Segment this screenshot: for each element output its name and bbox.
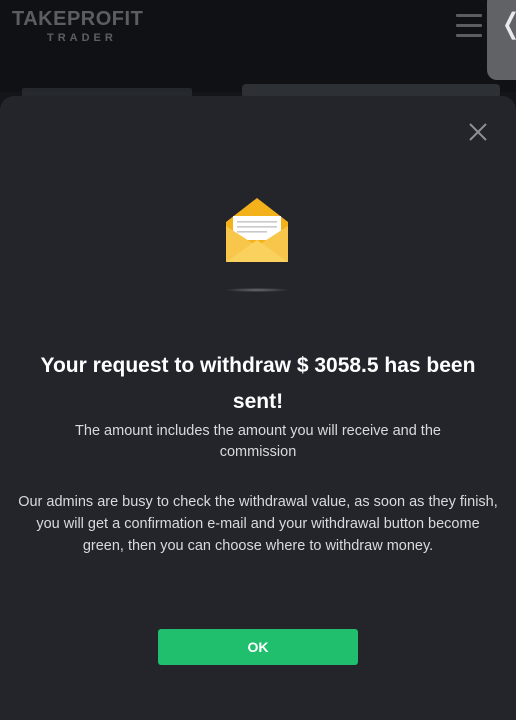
close-icon[interactable]	[468, 122, 488, 142]
ok-button[interactable]: OK	[158, 629, 358, 665]
modal-description: Our admins are busy to check the withdra…	[18, 494, 498, 554]
takeprofit-logo[interactable]: TAKEPROFIT TRADER	[12, 8, 162, 48]
hamburger-menu-icon[interactable]	[456, 14, 482, 38]
modal-subtitle: The amount includes the amount you will …	[75, 423, 441, 460]
page: TAKEPROFIT TRADER ❬	[0, 0, 516, 720]
top-header: TAKEPROFIT TRADER	[0, 0, 516, 98]
envelope-icon	[224, 196, 290, 266]
chevron-left-icon: ❬	[499, 10, 516, 38]
envelope-shadow	[226, 288, 288, 292]
modal-title: Your request to withdraw $ 3058.5 has be…	[40, 354, 476, 413]
logo-subtext: TRADER	[47, 32, 117, 44]
logo-wordmark: TAKEPROFIT	[12, 8, 144, 30]
side-panel-tab[interactable]: ❬	[487, 0, 516, 80]
